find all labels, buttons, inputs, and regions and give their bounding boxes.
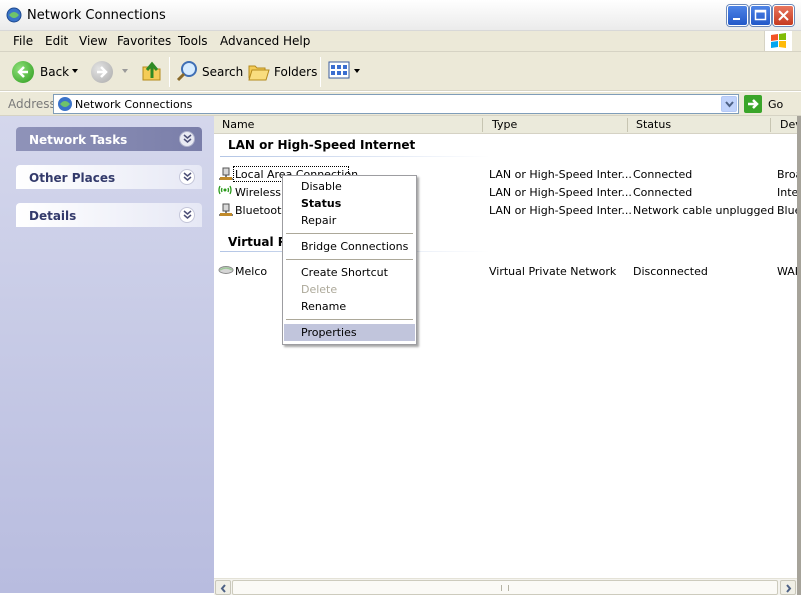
window-title: Network Connections <box>27 8 166 23</box>
menu-separator <box>286 319 413 320</box>
menu-edit[interactable]: Edit <box>45 34 68 48</box>
maximize-button[interactable] <box>750 5 771 26</box>
toolbar-separator <box>169 57 170 87</box>
views-icon[interactable] <box>328 59 350 81</box>
scroll-right-button[interactable] <box>780 580 796 595</box>
scroll-left-icon <box>220 584 226 593</box>
connection-type: Virtual Private Network <box>489 265 617 278</box>
vpn-icon <box>218 266 234 274</box>
minimize-button[interactable] <box>727 5 748 26</box>
title-bar: Network Connections <box>0 0 801 31</box>
context-menu: Disable Status Repair Bridge Connections… <box>282 175 417 345</box>
connection-type: LAN or High-Speed Inter... <box>489 186 632 199</box>
column-type[interactable]: Type <box>492 118 517 131</box>
windows-flag-icon <box>771 33 786 48</box>
expand-chevron-icon[interactable] <box>179 207 195 223</box>
group-title: LAN or High-Speed Internet <box>228 138 416 152</box>
wireless-icon <box>218 185 232 195</box>
panel-details[interactable]: Details <box>16 203 202 227</box>
windows-logo <box>764 31 792 51</box>
close-button[interactable] <box>773 5 794 26</box>
views-dropdown-icon[interactable] <box>354 69 360 73</box>
go-arrow-icon <box>748 99 759 109</box>
menu-item-repair[interactable]: Repair <box>284 212 415 229</box>
menu-file[interactable]: File <box>13 34 33 48</box>
back-dropdown-icon[interactable] <box>72 69 78 73</box>
menu-view[interactable]: View <box>79 34 107 48</box>
connection-type: LAN or High-Speed Inter... <box>489 204 632 217</box>
panel-network-tasks[interactable]: Network Tasks <box>16 127 202 151</box>
scroll-grip-icon <box>501 585 509 591</box>
connection-device: WAI <box>777 265 799 278</box>
menu-favorites[interactable]: Favorites <box>117 34 171 48</box>
go-button[interactable] <box>744 95 762 113</box>
panel-label: Other Places <box>29 171 116 185</box>
back-label[interactable]: Back <box>40 65 69 79</box>
lan-icon <box>219 167 233 180</box>
toolbar: Back Search Folders <box>0 52 801 91</box>
network-connections-icon <box>6 7 22 23</box>
window-right-edge <box>797 116 801 595</box>
connection-status: Connected <box>633 168 693 181</box>
search-button[interactable]: Search <box>202 65 243 79</box>
go-label[interactable]: Go <box>768 98 783 111</box>
address-label: Address <box>8 97 56 111</box>
expand-chevron-icon[interactable] <box>179 169 195 185</box>
connection-status: Connected <box>633 186 693 199</box>
task-pane: Network Tasks Other Places Details <box>0 116 214 593</box>
chevron-down-icon <box>725 101 734 108</box>
back-arrow-icon <box>17 66 28 78</box>
menu-advanced[interactable]: Advanced <box>220 34 279 48</box>
close-icon <box>778 10 789 21</box>
group-divider <box>220 156 490 157</box>
panel-other-places[interactable]: Other Places <box>16 165 202 189</box>
column-name[interactable]: Name <box>222 118 254 131</box>
connection-name[interactable]: Melco <box>235 265 267 278</box>
address-value: Network Connections <box>75 98 193 111</box>
menu-item-bridge-connections[interactable]: Bridge Connections <box>284 238 415 255</box>
horizontal-scrollbar[interactable] <box>214 578 797 595</box>
menu-bar: File Edit View Favorites Tools Advanced … <box>0 31 801 52</box>
panel-label: Network Tasks <box>29 133 128 147</box>
address-input[interactable]: Network Connections <box>53 94 739 114</box>
connection-status: Disconnected <box>633 265 708 278</box>
menu-item-properties[interactable]: Properties <box>284 324 415 341</box>
up-folder-icon[interactable] <box>140 59 164 83</box>
maximize-icon <box>754 9 767 21</box>
menu-tools[interactable]: Tools <box>178 34 208 48</box>
scroll-left-button[interactable] <box>215 580 231 595</box>
lan-icon <box>219 203 233 216</box>
connection-name[interactable]: Bluetooth <box>235 204 288 217</box>
menu-item-create-shortcut[interactable]: Create Shortcut <box>284 264 415 281</box>
toolbar-separator <box>320 57 321 87</box>
panel-label: Details <box>29 209 77 223</box>
search-icon[interactable] <box>176 59 200 83</box>
collapse-chevron-icon[interactable] <box>179 131 195 147</box>
network-connections-icon <box>58 97 72 111</box>
forward-button[interactable] <box>91 61 113 83</box>
scroll-thumb[interactable] <box>232 580 778 595</box>
forward-dropdown-icon[interactable] <box>122 69 128 73</box>
connection-status: Network cable unplugged <box>633 204 775 217</box>
menu-item-status[interactable]: Status <box>284 195 415 212</box>
forward-arrow-icon <box>97 66 108 78</box>
address-dropdown-button[interactable] <box>721 96 737 112</box>
column-status[interactable]: Status <box>636 118 671 131</box>
menu-help[interactable]: Help <box>283 34 310 48</box>
back-button[interactable] <box>12 61 34 83</box>
menu-item-rename[interactable]: Rename <box>284 298 415 315</box>
address-bar: Address Network Connections Go <box>0 92 801 116</box>
minimize-icon <box>733 18 740 20</box>
menu-separator <box>286 259 413 260</box>
folders-button[interactable]: Folders <box>274 65 317 79</box>
menu-separator <box>286 233 413 234</box>
scroll-right-icon <box>786 584 792 593</box>
folders-icon[interactable] <box>247 59 271 83</box>
menu-item-disable[interactable]: Disable <box>284 178 415 195</box>
menu-item-delete: Delete <box>301 283 338 296</box>
column-header: Name Type Status Dev <box>214 116 801 134</box>
connection-type: LAN or High-Speed Inter... <box>489 168 632 181</box>
connection-device: Inte <box>777 186 799 199</box>
